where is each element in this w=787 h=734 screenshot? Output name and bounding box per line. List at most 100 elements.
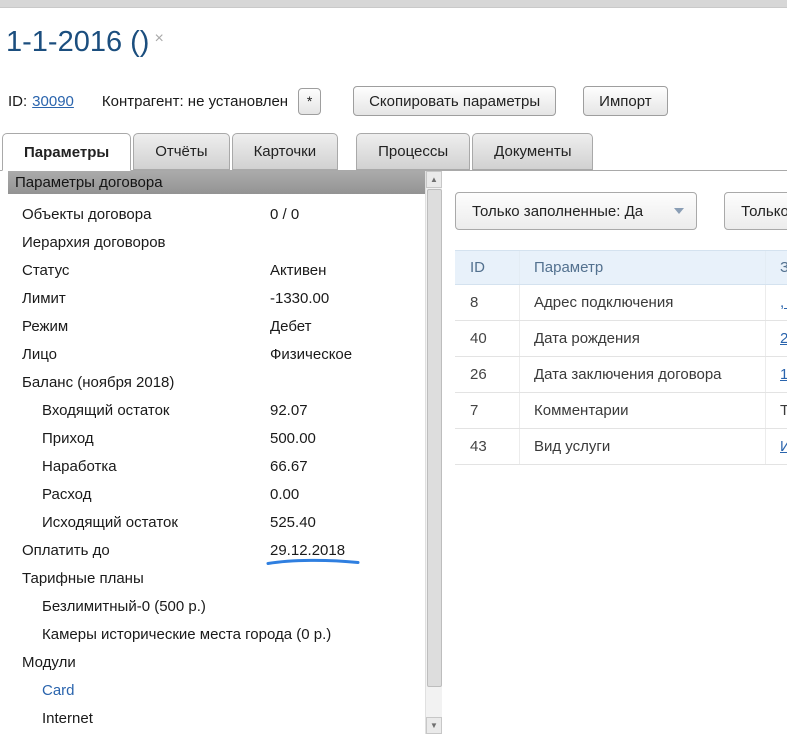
cell-value-link[interactable]: 18 — [780, 366, 787, 383]
tree-row-label: Оплатить до — [8, 542, 110, 559]
tree-row-label: Приход — [8, 430, 94, 447]
tree-row-label: Лимит — [8, 290, 66, 307]
tree-group-tariff-plans[interactable]: Тарифные планы — [8, 564, 425, 592]
tree-row-value: 66.67 — [270, 458, 308, 475]
tree-row-value: Активен — [270, 262, 326, 279]
tree-row-pay-until[interactable]: Оплатить до 29.12.2018 — [8, 536, 425, 564]
table-row[interactable]: 8 Адрес подключения , Р — [455, 285, 787, 321]
tree-group-label: Баланс (ноября 2018) — [8, 374, 174, 391]
tree-group-label: Тарифные планы — [8, 570, 144, 587]
cell-value-link[interactable]: , Р — [780, 294, 787, 311]
parameters-table: ID Параметр Зн 8 Адрес подключения , Р 4… — [455, 250, 787, 465]
tree-row-value: -1330.00 — [270, 290, 329, 307]
tree-row-value: Дебет — [270, 318, 311, 335]
tab-bar: Параметры Отчёты Карточки Процессы Докум… — [0, 132, 787, 171]
parameters-tree: Объекты договора 0 / 0 Иерархия договоров… — [8, 194, 425, 732]
tree-row-limit[interactable]: Лимит -1330.00 — [8, 284, 425, 312]
tree-row-mode[interactable]: Режим Дебет — [8, 312, 425, 340]
copy-parameters-button[interactable]: Скопировать параметры — [353, 86, 556, 116]
id-label: ID: — [8, 93, 27, 110]
tree-row-incoming-balance[interactable]: Входящий остаток 92.07 — [8, 396, 425, 424]
tree-row-accrual[interactable]: Наработка 66.67 — [8, 452, 425, 480]
tree-row-value: 29.12.2018 — [270, 542, 345, 559]
parameters-table-panel: Только заполненные: Да Только ID Парамет… — [455, 171, 787, 734]
tree-row-expense[interactable]: Расход 0.00 — [8, 480, 425, 508]
tree-row-tariff-cameras[interactable]: Камеры исторические места города (0 р.) — [8, 620, 425, 648]
table-filters-row: Только заполненные: Да Только — [455, 192, 787, 230]
header-id[interactable]: ID — [455, 259, 519, 276]
tab-reports[interactable]: Отчёты — [133, 133, 229, 170]
cell-id: 7 — [455, 402, 519, 419]
cell-id: 8 — [455, 294, 519, 311]
tree-row-label: Иерархия договоров — [8, 234, 166, 251]
cell-param: Дата рождения — [519, 321, 765, 356]
table-row[interactable]: 40 Дата рождения 23 — [455, 321, 787, 357]
cell-param: Вид услуги — [519, 429, 765, 464]
tree-row-income[interactable]: Приход 500.00 — [8, 424, 425, 452]
module-card-link[interactable]: Card — [8, 682, 75, 699]
tree-row-module-card[interactable]: Card — [8, 676, 425, 704]
tree-row-label: Расход — [8, 486, 91, 503]
filter-only-filled-dropdown[interactable]: Только заполненные: Да — [455, 192, 697, 230]
table-row[interactable]: 43 Вид услуги И — [455, 429, 787, 465]
tab-cards[interactable]: Карточки — [232, 133, 339, 170]
cell-id: 40 — [455, 330, 519, 347]
cell-id: 43 — [455, 438, 519, 455]
tab-documents[interactable]: Документы — [472, 133, 593, 170]
contract-id-link[interactable]: 30090 — [32, 93, 74, 110]
contract-parameters-panel: Параметры договора Объекты договора 0 / 0… — [8, 171, 425, 734]
table-row[interactable]: 7 Комментарии Те — [455, 393, 787, 429]
tree-row-person[interactable]: ЛицоФизическое — [8, 340, 425, 368]
table-row[interactable]: 26 Дата заключения договора 18 — [455, 357, 787, 393]
tree-row-value: 0.00 — [270, 486, 299, 503]
contractor-text: Контрагент: не установлен — [102, 93, 288, 110]
close-icon[interactable]: × — [154, 30, 163, 47]
module-internet-label: Internet — [8, 710, 93, 727]
tree-row-label: Статус — [8, 262, 69, 279]
tab-parameters[interactable]: Параметры — [2, 133, 131, 171]
tree-group-balance[interactable]: Баланс (ноября 2018) — [8, 368, 425, 396]
tree-row-label: Наработка — [8, 458, 117, 475]
chevron-down-icon — [674, 208, 684, 214]
cell-param: Дата заключения договора — [519, 357, 765, 392]
import-button[interactable]: Импорт — [583, 86, 667, 116]
scroll-up-icon[interactable]: ▲ — [426, 171, 442, 188]
tree-group-modules[interactable]: Модули — [8, 648, 425, 676]
tree-row-tariff-unlimited[interactable]: Безлимитный-0 (500 р.) — [8, 592, 425, 620]
contract-header-row: ID: 30090 Контрагент: не установлен * Ск… — [8, 85, 787, 117]
filter-second-dropdown[interactable]: Только — [724, 192, 787, 230]
cell-value-text: Те — [780, 402, 787, 419]
filter-second-label: Только — [741, 203, 787, 220]
cell-param: Комментарии — [519, 393, 765, 428]
title-row: 1-1-2016 () × — [6, 26, 164, 59]
left-panel-scrollbar[interactable]: ▲ ▼ — [425, 171, 442, 734]
tree-row-hierarchy[interactable]: Иерархия договоров — [8, 228, 425, 256]
page-title: 1-1-2016 () — [6, 26, 149, 58]
tree-row-outgoing-balance[interactable]: Исходящий остаток525.40 — [8, 508, 425, 536]
tree-row-label: Камеры исторические места города (0 р.) — [8, 626, 331, 643]
cell-value-link[interactable]: 23 — [780, 330, 787, 347]
cell-value-link[interactable]: И — [780, 438, 787, 455]
scroll-down-icon[interactable]: ▼ — [426, 717, 442, 734]
scrollbar-thumb[interactable] — [427, 189, 442, 687]
tree-row-value: 0 / 0 — [270, 206, 299, 223]
tree-row-status[interactable]: Статус Активен — [8, 256, 425, 284]
tree-row-value: 92.07 — [270, 402, 308, 419]
tree-row-value: Физическое — [270, 346, 352, 363]
table-header-row: ID Параметр Зн — [455, 251, 787, 285]
tree-row-module-internet[interactable]: Internet — [8, 704, 425, 732]
tab-processes[interactable]: Процессы — [356, 133, 470, 170]
header-value[interactable]: Зн — [765, 251, 787, 284]
tree-group-label: Модули — [8, 654, 76, 671]
asterisk-button[interactable]: * — [298, 88, 321, 115]
tree-row-value: 500.00 — [270, 430, 316, 447]
filter-only-filled-label: Только заполненные: Да — [472, 203, 643, 220]
tree-row-label: Режим — [8, 318, 68, 335]
tree-row-label: Исходящий остаток — [8, 514, 178, 531]
header-param[interactable]: Параметр — [519, 251, 765, 284]
tree-row-objects[interactable]: Объекты договора 0 / 0 — [8, 200, 425, 228]
tree-row-label: Безлимитный-0 (500 р.) — [8, 598, 206, 615]
tree-row-label: Входящий остаток — [8, 402, 170, 419]
parameters-tree-header[interactable]: Параметры договора — [8, 171, 425, 194]
tree-row-label: Объекты договора — [8, 206, 151, 223]
